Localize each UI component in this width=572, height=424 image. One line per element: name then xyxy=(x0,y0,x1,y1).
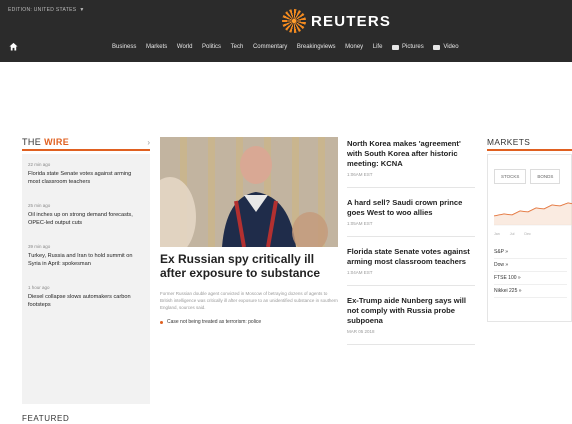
reuters-logo[interactable]: REUTERS xyxy=(282,9,391,33)
top-stories-list: North Korea makes 'agreement' with South… xyxy=(347,139,475,355)
chevron-right-icon[interactable]: › xyxy=(147,138,150,147)
nav-items: Business Markets World Politics Tech Commenta… xyxy=(112,44,468,50)
the-wire-header[interactable]: THE WIRE › xyxy=(22,137,150,151)
nav-item-life[interactable]: Life xyxy=(373,44,383,50)
markets-panel: MARKETS STOCKS BONDS Jan Jul Dec S&P » D… xyxy=(487,137,572,322)
home-icon[interactable] xyxy=(9,42,18,51)
hero-summary: Former Russian double agent convicted in… xyxy=(160,291,338,310)
markets-header[interactable]: MARKETS xyxy=(487,137,572,151)
markets-sparkline xyxy=(493,202,572,226)
nav-label: Pictures xyxy=(402,44,424,50)
wire-title-plain: THE xyxy=(22,137,45,147)
the-wire-title: THE WIRE xyxy=(22,137,69,147)
story-time: 1:04AM EST xyxy=(347,270,373,275)
edition-selector[interactable]: EDITION: UNITED STATES ▼ xyxy=(8,7,85,13)
wire-time: 22 min ago xyxy=(28,162,51,167)
nav-item-markets[interactable]: Markets xyxy=(146,44,167,50)
chevron-down-icon: ▼ xyxy=(79,7,85,13)
markets-title: MARKETS xyxy=(487,137,531,147)
edition-label: EDITION: UNITED STATES xyxy=(8,7,77,13)
story-headline[interactable]: North Korea makes 'agreement' with South… xyxy=(347,139,475,169)
hero-photo[interactable] xyxy=(160,137,338,247)
markets-widget: STOCKS BONDS Jan Jul Dec S&P » Dow » FTS… xyxy=(487,154,572,322)
nav-label: Business xyxy=(112,44,137,50)
reuters-logo-icon xyxy=(282,9,306,33)
story-time: 1:05AM EST xyxy=(347,221,373,226)
wire-headline[interactable]: Diesel collapse slows automakers carbon … xyxy=(28,293,144,309)
nav-item-politics[interactable]: Politics xyxy=(202,44,221,50)
camera-icon xyxy=(392,44,400,50)
story-item[interactable]: Ex-Trump aide Nunberg says will not comp… xyxy=(347,296,475,345)
wire-item[interactable]: 1 hour ago Diesel collapse slows automak… xyxy=(28,285,144,309)
nav-label: Breakingviews xyxy=(296,44,336,50)
nav-item-commentary[interactable]: Commentary xyxy=(253,44,287,50)
video-icon xyxy=(433,44,441,50)
wire-headline[interactable]: Oil inches up on strong demand forecasts… xyxy=(28,211,144,227)
wire-time: 1 hour ago xyxy=(28,285,50,290)
wire-item[interactable]: 22 min ago Florida state Senate votes ag… xyxy=(28,162,144,186)
story-item[interactable]: A hard sell? Saudi crown prince goes Wes… xyxy=(347,198,475,237)
hero-story: Ex Russian spy critically ill after expo… xyxy=(160,252,338,325)
index-sp500[interactable]: S&P » xyxy=(494,246,567,259)
wire-time: 25 min ago xyxy=(28,203,51,208)
story-headline[interactable]: Florida state Senate votes against armin… xyxy=(347,247,475,267)
axis-label: Jan xyxy=(494,232,500,236)
hero-related-link[interactable]: Case not being treated as terrorism: pol… xyxy=(160,319,338,325)
bullet-icon xyxy=(160,320,163,324)
story-item[interactable]: North Korea makes 'agreement' with South… xyxy=(347,139,475,188)
axis-label: Jul xyxy=(509,232,515,236)
wire-time: 39 min ago xyxy=(28,244,51,249)
wire-item[interactable]: 39 min ago Turkey, Russia and Iran to ho… xyxy=(28,244,144,268)
nav-item-world[interactable]: World xyxy=(177,44,193,50)
story-time: 1:06AM EST xyxy=(347,172,373,177)
markets-tabs: STOCKS BONDS xyxy=(494,169,567,184)
story-headline[interactable]: A hard sell? Saudi crown prince goes Wes… xyxy=(347,198,475,218)
index-ftse[interactable]: FTSE 100 » xyxy=(494,272,567,285)
nav-item-business[interactable]: Business xyxy=(112,44,136,50)
wire-headline[interactable]: Turkey, Russia and Iran to hold summit o… xyxy=(28,252,144,268)
site-header: EDITION: UNITED STATES ▼ REUTERS Business… xyxy=(0,0,572,62)
featured-heading: FEATURED xyxy=(22,414,70,423)
index-dow[interactable]: Dow » xyxy=(494,259,567,272)
wire-headline[interactable]: Florida state Senate votes against armin… xyxy=(28,170,144,186)
nav-label: Money xyxy=(345,44,364,50)
story-time: MAR 05 2018 xyxy=(347,329,375,334)
tab-stocks[interactable]: STOCKS xyxy=(494,169,527,184)
hero-photo-graphic xyxy=(160,137,338,247)
axis-label: Dec xyxy=(524,232,531,236)
wire-item[interactable]: 25 min ago Oil inches up on strong deman… xyxy=(28,203,144,227)
nav-item-breakingviews[interactable]: Breakingviews xyxy=(297,44,336,50)
nav-item-tech[interactable]: Tech xyxy=(231,44,244,50)
nav-item-money[interactable]: Money xyxy=(345,44,363,50)
markets-indices: S&P » Dow » FTSE 100 » Nikkei 225 » xyxy=(494,246,567,298)
hero-headline[interactable]: Ex Russian spy critically ill after expo… xyxy=(160,252,338,280)
nav-label: Markets xyxy=(145,44,168,50)
nav-label: Tech xyxy=(230,44,244,50)
nav-label: Video xyxy=(443,44,459,50)
nav-label: World xyxy=(176,44,193,50)
logo-text: REUTERS xyxy=(311,12,392,30)
wire-title-accent: WIRE xyxy=(44,137,70,147)
story-item[interactable]: Florida state Senate votes against armin… xyxy=(347,247,475,286)
tab-bonds[interactable]: BONDS xyxy=(530,169,561,184)
index-nikkei[interactable]: Nikkei 225 » xyxy=(494,285,567,298)
nav-item-pictures[interactable]: Pictures xyxy=(392,44,424,50)
hero-related-label: Case not being treated as terrorism: pol… xyxy=(167,319,262,325)
nav-label: Commentary xyxy=(252,44,288,50)
nav-item-video[interactable]: Video xyxy=(433,44,459,50)
the-wire-panel: THE WIRE › 22 min ago Florida state Sena… xyxy=(22,137,150,404)
nav-label: Life xyxy=(372,44,383,50)
nav-label: Politics xyxy=(202,44,222,50)
main-nav: Business Markets World Politics Tech Commenta… xyxy=(0,39,572,59)
story-headline[interactable]: Ex-Trump aide Nunberg says will not comp… xyxy=(347,296,475,326)
markets-axis: Jan Jul Dec xyxy=(494,232,567,236)
wire-list: 22 min ago Florida state Senate votes ag… xyxy=(22,154,150,404)
